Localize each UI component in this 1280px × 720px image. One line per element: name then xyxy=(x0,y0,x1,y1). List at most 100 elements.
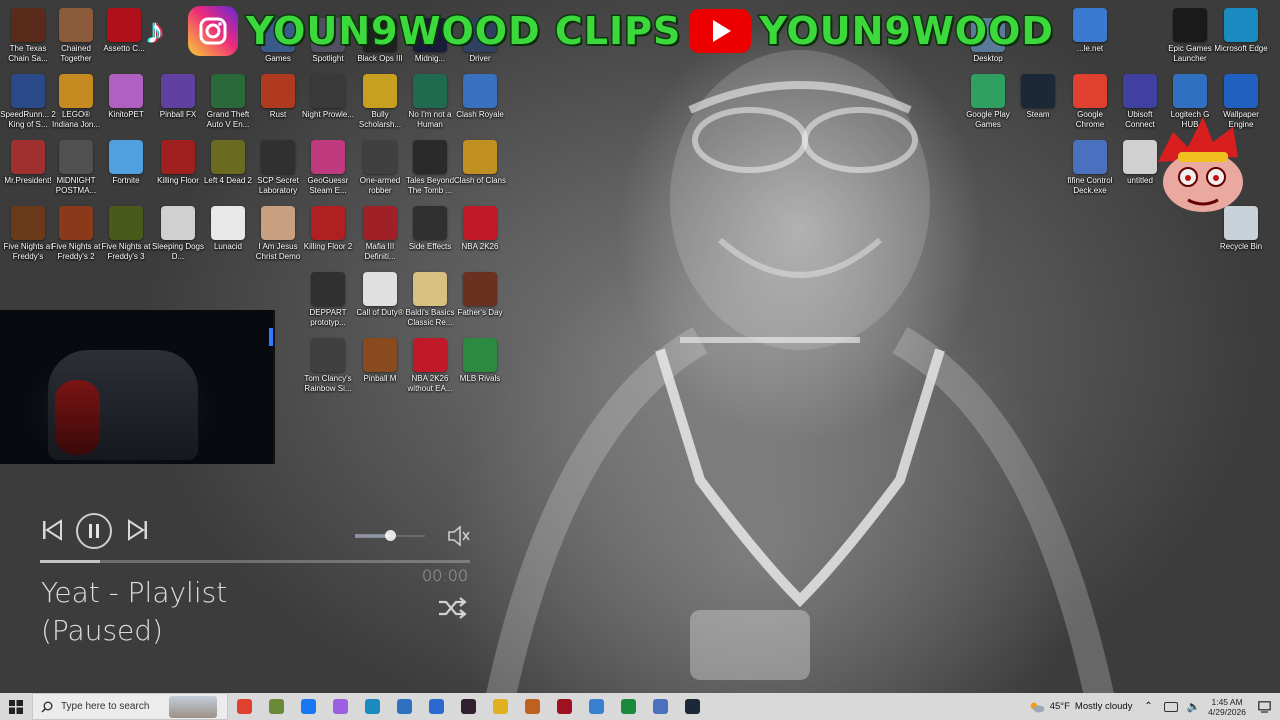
desktop-icon[interactable]: Microsoft Edge xyxy=(1213,8,1269,54)
taskbar-app-recorder[interactable] xyxy=(548,693,580,720)
mute-button[interactable] xyxy=(445,524,473,548)
facebook-icon xyxy=(300,699,316,714)
desktop-icon[interactable]: MiDNIGHT POSTMA... xyxy=(48,140,104,196)
desktop-icon[interactable]: Night Prowle... xyxy=(300,74,356,120)
taskbar-app-facebook[interactable] xyxy=(292,693,324,720)
desktop-icon[interactable]: fifine Control Deck.exe xyxy=(1062,140,1118,196)
search-icon xyxy=(41,701,53,713)
desktop-icon[interactable]: Pinball M xyxy=(352,338,408,384)
desktop-icon[interactable]: NBA 2K26 xyxy=(452,206,508,252)
desktop-icon[interactable]: NBA 2K26 without EA... xyxy=(402,338,458,394)
desktop-icon[interactable]: Steam xyxy=(1010,74,1066,120)
taskbar-app-steam[interactable] xyxy=(676,693,708,720)
desktop-icon[interactable]: Tales Beyond The Tomb ... xyxy=(402,140,458,196)
desktop-icon[interactable]: Fortnite xyxy=(98,140,154,186)
app-icon xyxy=(463,74,497,108)
desktop-icon[interactable]: Clash Royale xyxy=(452,74,508,120)
app-icon xyxy=(109,140,143,174)
desktop-icon[interactable]: Baldi's Basics Classic Re... xyxy=(402,272,458,328)
desktop-icon[interactable]: Bully Scholarsh... xyxy=(352,74,408,130)
desktop-icon[interactable]: Five Nights at Freddy's 3 xyxy=(98,206,154,262)
desktop-icon[interactable]: KinitoPET xyxy=(98,74,154,120)
app-icon xyxy=(413,74,447,108)
desktop-icon[interactable]: DEPPART prototyp... xyxy=(300,272,356,328)
taskbar-app-obs[interactable] xyxy=(452,693,484,720)
desktop-icon[interactable]: Clash of Clans xyxy=(452,140,508,186)
desktop-icon[interactable]: Killing Floor 2 xyxy=(300,206,356,252)
taskbar-app-copilot[interactable] xyxy=(324,693,356,720)
pause-button[interactable] xyxy=(76,513,112,549)
track-title-line2: (Paused) xyxy=(41,614,163,647)
desktop-icon[interactable]: Grand Theft Auto V En... xyxy=(200,74,256,130)
taskbar-app-store[interactable] xyxy=(388,693,420,720)
desktop-icon-label: Night Prowle... xyxy=(301,110,355,119)
desktop-icon[interactable]: One-armed robber xyxy=(352,140,408,196)
taskbar-app-edge[interactable] xyxy=(356,693,388,720)
notifications-button[interactable] xyxy=(1254,697,1274,717)
desktop-icon[interactable]: Left 4 Dead 2 xyxy=(200,140,256,186)
taskbar-app-chrome[interactable] xyxy=(228,693,260,720)
taskbar-app-control-deck[interactable] xyxy=(644,693,676,720)
desktop-icon[interactable]: Mafia III Definiti... xyxy=(352,206,408,262)
tray-overflow-button[interactable]: ⌃ xyxy=(1140,701,1156,712)
desktop-icon-label: MiDNIGHT POSTMA... xyxy=(55,176,97,195)
notepad-icon xyxy=(588,699,604,714)
desktop-icon[interactable]: Father's Day xyxy=(452,272,508,318)
desktop-icon[interactable]: SCP Secret Laboratory xyxy=(250,140,306,196)
desktop-icon[interactable]: Lunacid xyxy=(200,206,256,252)
desktop-icon[interactable]: Pinball FX xyxy=(150,74,206,120)
desktop-icon-label: Five Nights at Freddy's 2 xyxy=(51,242,101,261)
desktop-icon[interactable]: LEGO® Indiana Jon... xyxy=(48,74,104,130)
desktop-icon[interactable]: No I'm not a Human xyxy=(402,74,458,130)
desktop-icon[interactable]: Killing Floor xyxy=(150,140,206,186)
next-track-button[interactable] xyxy=(124,516,152,544)
desktop-icon[interactable]: Tom Clancy's Rainbow Si... xyxy=(300,338,356,394)
app-icon xyxy=(161,140,195,174)
shuffle-button[interactable] xyxy=(436,594,468,622)
app-icon xyxy=(311,338,345,372)
desktop-icon[interactable]: GeoGuessr Steam E... xyxy=(300,140,356,196)
control-deck-icon xyxy=(652,699,668,714)
app-icon xyxy=(11,74,45,108)
taskbar-app-capture[interactable] xyxy=(516,693,548,720)
taskbar-app-xbox[interactable] xyxy=(612,693,644,720)
app-icon xyxy=(161,74,195,108)
desktop-icon-label: Google Chrome xyxy=(1075,110,1105,129)
app-icon xyxy=(59,74,93,108)
desktop-icon-label: Fortnite xyxy=(112,176,140,185)
app-icon xyxy=(413,140,447,174)
desktop-icon[interactable]: MLB Rivals xyxy=(452,338,508,384)
previous-track-button[interactable] xyxy=(38,516,66,544)
volume-slider[interactable] xyxy=(355,530,425,541)
taskbar-search[interactable]: Type here to search xyxy=(32,693,228,720)
taskbar-app-notepad[interactable] xyxy=(580,693,612,720)
desktop-icon-label: NBA 2K26 without EA... xyxy=(407,374,453,393)
desktop-icon[interactable]: Rust xyxy=(250,74,306,120)
taskbar-app-mail[interactable] xyxy=(420,693,452,720)
mascot-sticker-icon xyxy=(1148,112,1258,222)
app-icon xyxy=(363,140,397,174)
desktop-icon[interactable]: Google Play Games xyxy=(960,74,1016,130)
progress-bar[interactable] xyxy=(40,560,470,563)
taskbar-app-minecraft[interactable] xyxy=(260,693,292,720)
volume-icon[interactable]: 🔈 xyxy=(1186,700,1200,713)
shuffle-icon xyxy=(439,597,467,619)
taskbar-app-explorer[interactable] xyxy=(484,693,516,720)
volume-thumb[interactable] xyxy=(385,530,396,541)
app-icon xyxy=(11,140,45,174)
desktop-icon[interactable]: Call of Duty® xyxy=(352,272,408,318)
desktop-icon[interactable]: I Am Jesus Christ Demo xyxy=(250,206,306,262)
desktop-icon[interactable]: Side Effects xyxy=(402,206,458,252)
start-button[interactable] xyxy=(0,693,32,720)
desktop-icon[interactable]: Sleeping Dogs D... xyxy=(150,206,206,262)
network-icon[interactable] xyxy=(1164,701,1179,712)
weather-widget[interactable]: 45°F Mostly cloudy xyxy=(1029,701,1132,713)
desktop-icon-label: Tom Clancy's Rainbow Si... xyxy=(304,374,352,393)
app-icon xyxy=(413,272,447,306)
desktop-icon[interactable]: Google Chrome xyxy=(1062,74,1118,130)
notification-icon xyxy=(1257,700,1271,713)
desktop-icon[interactable]: Five Nights at Freddy's 2 xyxy=(48,206,104,262)
desktop-icon[interactable]: Epic Games Launcher xyxy=(1162,8,1218,64)
steam-icon xyxy=(684,699,700,714)
taskbar-clock[interactable]: 1:45 AM 4/29/2026 xyxy=(1208,697,1246,717)
